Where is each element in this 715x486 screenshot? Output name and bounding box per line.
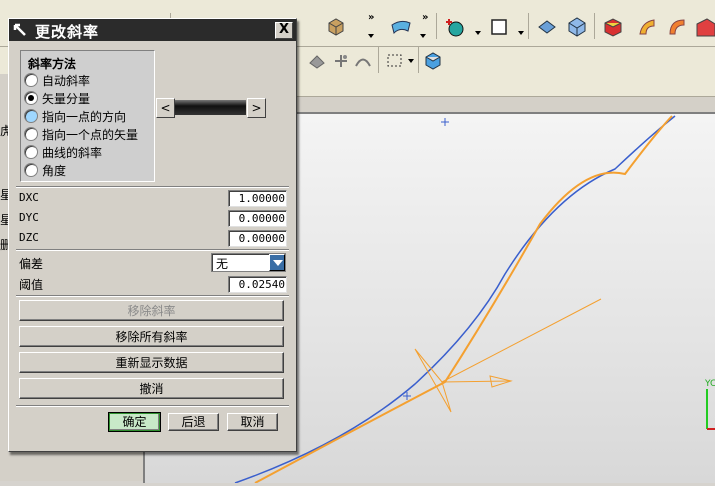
radio-vector-to-point[interactable]: 指向一个点的矢量 [24,125,138,143]
divider [16,295,289,297]
point-snap-icon[interactable] [330,50,352,72]
radio-button-selected[interactable] [24,91,38,105]
cube-red-icon[interactable] [602,16,624,38]
radio-curve-slope[interactable]: 曲线的斜率 [24,143,102,161]
slider-left-button[interactable]: < [156,98,175,118]
dyc-label: DYC [19,211,39,224]
radio-button[interactable] [24,163,38,177]
radio-button[interactable] [24,127,38,141]
radio-auto-slope[interactable]: 自动斜率 [24,71,90,89]
cube-view-icon[interactable] [422,50,444,72]
face-icon[interactable] [694,16,715,38]
blend-surface-icon[interactable] [636,16,658,38]
close-button[interactable]: X [275,22,293,39]
divider [16,186,289,188]
threshold-label: 阈值 [19,278,44,292]
radio-button[interactable] [24,145,38,159]
left-fragment: 虎 [0,124,8,138]
radio-label: 指向一个点的矢量 [42,127,139,142]
threshold-input[interactable]: 0.02540 [228,276,287,293]
dzc-input[interactable]: 0.00000 [228,230,287,247]
wireframe-view-icon[interactable] [566,16,588,38]
radio-label: 角度 [42,163,67,178]
dxc-input[interactable]: 1.00000 [228,190,287,207]
dialog-title-icon [12,22,28,38]
solid-box-icon[interactable] [325,16,347,38]
point-constructor-icon[interactable] [444,16,466,38]
radio-label: 指向一点的方向 [42,109,127,124]
left-fragment: 删 [0,238,8,252]
change-slope-dialog: 更改斜率 X 斜率方法 自动斜率 矢量分量 指向一点的方向 指向一个点的矢量 曲… [8,18,297,452]
remove-slope-button[interactable]: 移除斜率 [19,300,284,321]
back-button[interactable]: 后退 [168,413,219,431]
deviation-value: 无 [216,257,229,271]
blue-curve [234,115,676,484]
slope-slider[interactable]: < > [156,98,266,118]
shaded-view-icon[interactable] [536,16,558,38]
divider [16,249,289,251]
dyc-input[interactable]: 0.00000 [228,210,287,227]
point-marker [441,118,449,126]
radio-label: 自动斜率 [42,73,91,88]
radio-vector-components[interactable]: 矢量分量 [24,89,90,107]
dzc-label: DZC [19,231,39,244]
radio-label: 曲线的斜率 [42,145,103,160]
deviation-select[interactable]: 无 [211,253,286,272]
chevron-down-icon[interactable] [269,254,285,271]
divider [16,405,289,407]
deviation-label: 偏差 [19,257,44,271]
slider-track[interactable] [175,100,246,115]
cancel-button[interactable]: 取消 [227,413,278,431]
radio-button[interactable] [24,73,38,87]
slope-method-group: 斜率方法 自动斜率 矢量分量 指向一点的方向 指向一个点的矢量 曲线的斜率 角度 [20,50,155,182]
redisplay-data-button[interactable]: 重新显示数据 [19,352,284,373]
slider-right-button[interactable]: > [247,98,266,118]
radio-angle[interactable]: 角度 [24,161,66,179]
ok-button[interactable]: 确定 [108,412,161,432]
radio-direction-to-point[interactable]: 指向一点的方向 [24,107,126,125]
group-title: 斜率方法 [28,57,77,71]
radio-button[interactable] [24,109,38,123]
snap-icon[interactable] [306,50,328,72]
sweep-surface-icon[interactable] [666,16,688,38]
dialog-titlebar[interactable]: 更改斜率 X [9,19,296,41]
surface-sheet-icon[interactable] [390,16,412,38]
dialog-title: 更改斜率 [35,23,100,41]
left-fragment: 星 [0,213,8,227]
axis-label: YC [704,379,715,389]
undo-button[interactable]: 撤消 [19,378,284,399]
left-fragment: 星 [0,188,8,202]
slope-vector-glyph [414,298,602,413]
curve-snap-icon[interactable] [352,50,374,72]
remove-all-slopes-button[interactable]: 移除所有斜率 [19,326,284,347]
rectangle-icon[interactable] [488,16,510,38]
selection-box-icon[interactable] [384,50,406,72]
radio-label: 矢量分量 [42,91,91,106]
dxc-label: DXC [19,191,39,204]
